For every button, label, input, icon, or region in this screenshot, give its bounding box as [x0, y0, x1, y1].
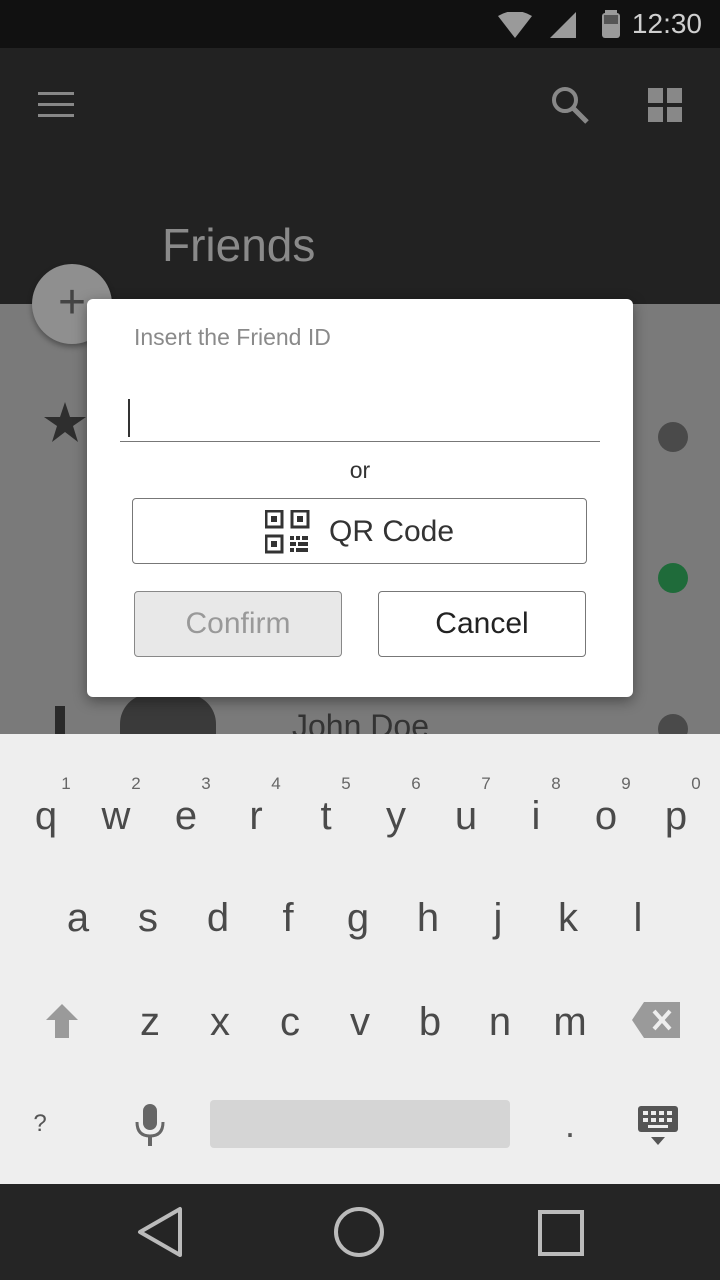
key-j[interactable]: j — [468, 896, 528, 941]
key-g[interactable]: g — [328, 896, 388, 941]
home-icon[interactable] — [333, 1206, 385, 1258]
soft-keyboard: q1w2e3r4t5y6u7i8o9p0 asdfghjkl zxcvbnm ?… — [0, 734, 720, 1184]
keyboard-hide-icon[interactable] — [638, 1106, 678, 1146]
key-hint-3: 3 — [201, 774, 211, 793]
grid-view-icon[interactable] — [648, 88, 682, 122]
status-bar: 12:30 — [0, 0, 720, 48]
text-caret — [128, 399, 130, 437]
key-hint-5: 5 — [341, 774, 351, 793]
key-c[interactable]: c — [260, 1000, 320, 1045]
key-u[interactable]: u — [436, 794, 496, 839]
key-hint-9: 9 — [621, 774, 631, 793]
key-hint-6: 6 — [411, 774, 421, 793]
key-k[interactable]: k — [538, 896, 598, 941]
key-hint-7: 7 — [481, 774, 491, 793]
key-m[interactable]: m — [540, 1000, 600, 1045]
key-l[interactable]: l — [608, 896, 668, 941]
qr-code-label: QR Code — [329, 515, 455, 548]
key-n[interactable]: n — [470, 1000, 530, 1045]
key-z[interactable]: z — [120, 1000, 180, 1045]
key-a[interactable]: a — [48, 896, 108, 941]
key-t[interactable]: t — [296, 794, 356, 839]
confirm-button[interactable]: Confirm — [134, 591, 342, 657]
backspace-icon[interactable] — [632, 1002, 680, 1038]
microphone-icon[interactable] — [134, 1104, 166, 1146]
key-y[interactable]: y — [366, 794, 426, 839]
contact-name[interactable]: John Doe — [292, 708, 429, 734]
index-letter — [55, 706, 65, 734]
signal-icon — [550, 12, 576, 38]
battery-icon — [602, 10, 620, 38]
app-bar: Friends — [0, 48, 720, 304]
key-e[interactable]: e — [156, 794, 216, 839]
period-key[interactable]: . — [550, 1104, 590, 1146]
key-f[interactable]: f — [258, 896, 318, 941]
symbols-key[interactable]: ? — [20, 1110, 60, 1138]
qr-code-button[interactable]: QR Code — [132, 498, 587, 564]
key-w[interactable]: w — [86, 794, 146, 839]
menu-icon[interactable] — [38, 92, 74, 118]
navigation-bar — [0, 1184, 720, 1280]
add-friend-dialog: Insert the Friend ID or QR Code Confirm … — [87, 299, 633, 697]
key-h[interactable]: h — [398, 896, 458, 941]
dialog-prompt: Insert the Friend ID — [134, 324, 331, 350]
key-x[interactable]: x — [190, 1000, 250, 1045]
space-bar[interactable] — [210, 1100, 510, 1148]
key-o[interactable]: o — [576, 794, 636, 839]
status-dot-online — [658, 563, 688, 593]
friend-id-input[interactable] — [120, 397, 600, 442]
key-v[interactable]: v — [330, 1000, 390, 1045]
or-separator: or — [349, 457, 371, 483]
recents-icon[interactable] — [538, 1210, 584, 1256]
key-i[interactable]: i — [506, 794, 566, 839]
qr-code-icon — [265, 510, 310, 554]
search-icon[interactable] — [551, 86, 589, 124]
back-icon[interactable] — [136, 1206, 184, 1258]
star-icon[interactable] — [44, 402, 86, 442]
shift-icon[interactable] — [46, 1004, 78, 1038]
page-title: Friends — [162, 219, 316, 271]
key-s[interactable]: s — [118, 896, 178, 941]
key-hint-4: 4 — [271, 774, 281, 793]
key-d[interactable]: d — [188, 896, 248, 941]
key-hint-1: 1 — [61, 774, 71, 793]
key-hint-2: 2 — [131, 774, 141, 793]
key-hint-8: 8 — [551, 774, 561, 793]
status-dot — [658, 422, 688, 452]
wifi-icon — [498, 12, 532, 38]
key-p[interactable]: p — [646, 794, 706, 839]
cancel-button[interactable]: Cancel — [378, 591, 586, 657]
key-r[interactable]: r — [226, 794, 286, 839]
clock: 12:30 — [631, 8, 702, 39]
avatar — [120, 694, 216, 734]
key-b[interactable]: b — [400, 1000, 460, 1045]
key-hint-0: 0 — [691, 774, 701, 793]
key-q[interactable]: q — [16, 794, 76, 839]
